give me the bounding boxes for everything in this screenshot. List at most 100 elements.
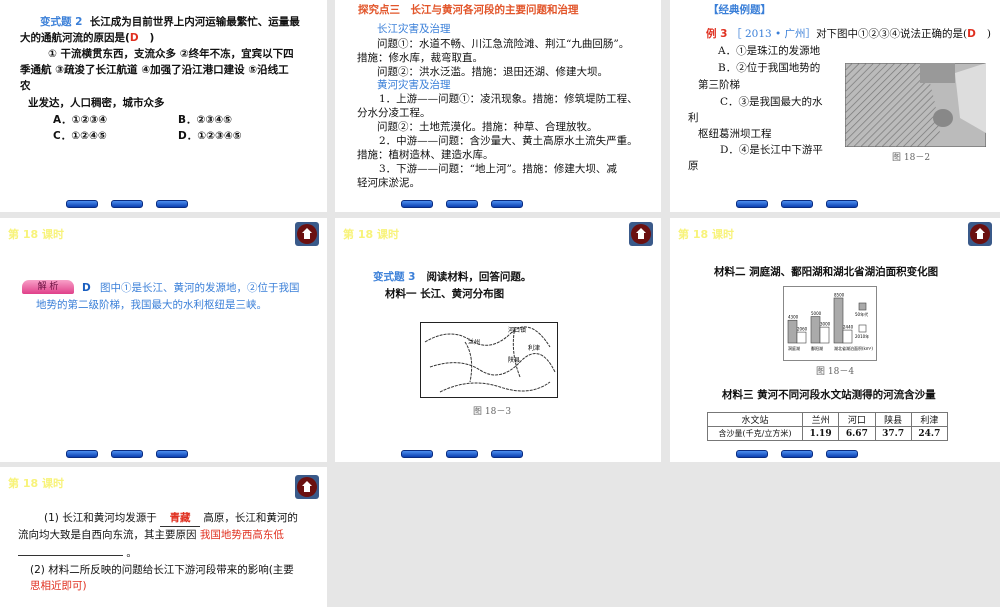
row-label: 含沙量(千克/立方米) <box>707 426 803 441</box>
map-label: 兰州 <box>468 338 480 346</box>
table-header: 河口 <box>838 412 876 427</box>
section-title: 探究点三 长江与黄河各河段的主要问题和治理 <box>358 4 579 16</box>
option-text: 利 <box>688 112 699 124</box>
nav-button-1[interactable] <box>66 200 98 208</box>
nav-button-3[interactable] <box>491 200 523 208</box>
bar-2010年 <box>842 329 853 344</box>
blank-answer: 我国地势西高东低 <box>199 529 284 541</box>
bar-value-label: 2440 <box>843 325 854 330</box>
exercise-title: 变式题 3 <box>373 271 416 283</box>
nav-button-3[interactable] <box>826 200 858 208</box>
slide-3[interactable]: 【经典例题】 例 3 ［ 2013 • 广州］对下图中①②③④说法正确的是(D … <box>670 0 1000 212</box>
slide-2[interactable]: 探究点三 长江与黄河各河段的主要问题和治理 长江灾害及治理 问题①：水道不畅、川… <box>335 0 661 212</box>
lesson-label: 第 18 课时 <box>8 228 64 241</box>
option-text: 第三阶梯 <box>698 79 740 91</box>
lesson-label: 第 18 课时 <box>678 228 734 241</box>
table-row: 含沙量(千克/立方米) 1.19 6.67 37.7 24.7 <box>707 426 949 441</box>
home-button[interactable] <box>968 222 992 246</box>
nav-button-2[interactable] <box>111 450 143 458</box>
question: 对下图中①②③④说法正确的是( <box>816 28 968 40</box>
slide-5[interactable]: 第 18 课时 变式题 3 阅读材料，回答问题。 材料一 长江、黄河分布图 河口… <box>335 218 661 462</box>
figure-caption: 图 18－4 <box>816 367 855 377</box>
option-d: D．①②③④⑤ <box>178 130 242 142</box>
legend-label: 50年代 <box>855 311 868 317</box>
nav-buttons <box>401 450 523 458</box>
answer: D <box>129 32 139 44</box>
table-cell: 37.7 <box>874 426 912 441</box>
statement: ① 干流横贯东西，支流众多 ②终年不冻，宜宾以下四 <box>48 48 294 60</box>
table-cell: 6.67 <box>838 426 876 441</box>
question-line: 长江成为目前世界上内河运输最繁忙、运量最 <box>89 16 300 28</box>
category-label: 湖北省湖泊面积(km²) <box>834 345 873 351</box>
option-a: A．①是珠江的发源地 <box>718 45 821 57</box>
nav-button-1[interactable] <box>66 450 98 458</box>
category-label: 鄱阳湖 <box>811 345 823 351</box>
statement: 季通航 ③疏浚了长江航道 ④加强了沿江港口建设 ⑤沿线工 <box>20 64 289 76</box>
table-row: 水文站 兰州 河口 陕县 利津 <box>707 412 949 427</box>
table-header: 利津 <box>910 412 949 427</box>
slide-1[interactable]: 变式题 2 长江成为目前世界上内河运输最繁忙、运量最 大的通航河流的原因是(D … <box>0 0 327 212</box>
home-icon <box>970 224 990 244</box>
source: ［ 2013 • 广州］ <box>731 28 817 40</box>
home-button[interactable] <box>629 222 653 246</box>
example-label: 例 3 <box>706 28 728 40</box>
question-line: 大的通航河流的原因是( <box>20 32 130 44</box>
nav-button-2[interactable] <box>781 200 813 208</box>
map-label: 利津 <box>528 344 540 352</box>
nav-button-1[interactable] <box>401 200 433 208</box>
statement: 业发达，人口稠密，城市众多 <box>28 97 165 109</box>
blank-line <box>18 544 123 556</box>
nav-buttons <box>736 200 858 208</box>
table-header: 兰州 <box>801 412 840 427</box>
bar-value-label: 8500 <box>834 293 845 298</box>
nav-button-2[interactable] <box>781 450 813 458</box>
bar-value-label: 3000 <box>820 322 831 327</box>
home-button[interactable] <box>295 222 319 246</box>
analysis-text: 图中①是长江、黄河的发源地，②位于我国 <box>100 282 300 294</box>
material-title: 材料二 洞庭湖、鄱阳湖和湖北省湖泊面积变化图 <box>714 266 939 278</box>
option-text: 原 <box>688 160 699 172</box>
home-icon <box>297 224 317 244</box>
question-text: (1) 长江和黄河均发源于 <box>44 512 157 524</box>
china-terrain-map <box>845 63 986 147</box>
bar-value-label: 5000 <box>811 311 822 316</box>
slide-6[interactable]: 第 18 课时 材料二 洞庭湖、鄱阳湖和湖北省湖泊面积变化图 4300 2060 洞… <box>670 218 1000 462</box>
analysis-text: 地势的第二级阶梯，我国最大的水利枢纽是三峡。 <box>36 299 267 311</box>
table-header: 陕县 <box>874 412 912 427</box>
option-c: C．③是我国最大的水 <box>720 96 823 108</box>
legend-swatch <box>858 324 867 333</box>
nav-button-2[interactable] <box>446 450 478 458</box>
nav-button-3[interactable] <box>491 450 523 458</box>
bar-value-label: 2060 <box>797 327 808 332</box>
question-text: 流向均大致是自西向东流，其主要原因 <box>18 529 197 541</box>
nav-button-2[interactable] <box>111 200 143 208</box>
slide-4[interactable]: 第 18 课时 解 析 D 图中①是长江、黄河的发源地，②位于我国 地势的第二级… <box>0 218 327 462</box>
nav-button-1[interactable] <box>736 200 768 208</box>
slide-7[interactable]: 第 18 课时 (1) 长江和黄河均发源于 青藏 高原，长江和黄河的 流向均大致… <box>0 467 327 607</box>
answer-text: 思相近即可) <box>30 580 87 592</box>
sediment-table: 水文站 兰州 河口 陕县 利津 含沙量(千克/立方米) 1.19 6.67 37… <box>707 412 949 441</box>
nav-buttons <box>66 200 188 208</box>
option-text: 枢纽葛洲坝工程 <box>698 128 772 140</box>
nav-button-2[interactable] <box>446 200 478 208</box>
nav-button-3[interactable] <box>826 450 858 458</box>
nav-buttons <box>736 450 858 458</box>
nav-button-1[interactable] <box>401 450 433 458</box>
question-text: 高原，长江和黄河的 <box>203 512 298 524</box>
legend-swatch <box>858 302 867 311</box>
home-icon <box>631 224 651 244</box>
table-cell: 24.7 <box>910 426 949 441</box>
section-header: 【经典例题】 <box>708 4 771 16</box>
home-button[interactable] <box>295 475 319 499</box>
nav-button-3[interactable] <box>156 450 188 458</box>
map-label: 陕县 <box>508 356 520 364</box>
material-title: 材料三 黄河不同河段水文站测得的河流含沙量 <box>722 389 936 401</box>
option-b: B．②位于我国地势的 <box>718 62 821 74</box>
answer: D <box>967 28 976 40</box>
bar-50年代 <box>787 319 798 344</box>
paren: ) <box>986 28 991 40</box>
table-header: 水文站 <box>707 412 803 427</box>
nav-button-3[interactable] <box>156 200 188 208</box>
nav-button-1[interactable] <box>736 450 768 458</box>
paren: ) <box>149 32 155 44</box>
